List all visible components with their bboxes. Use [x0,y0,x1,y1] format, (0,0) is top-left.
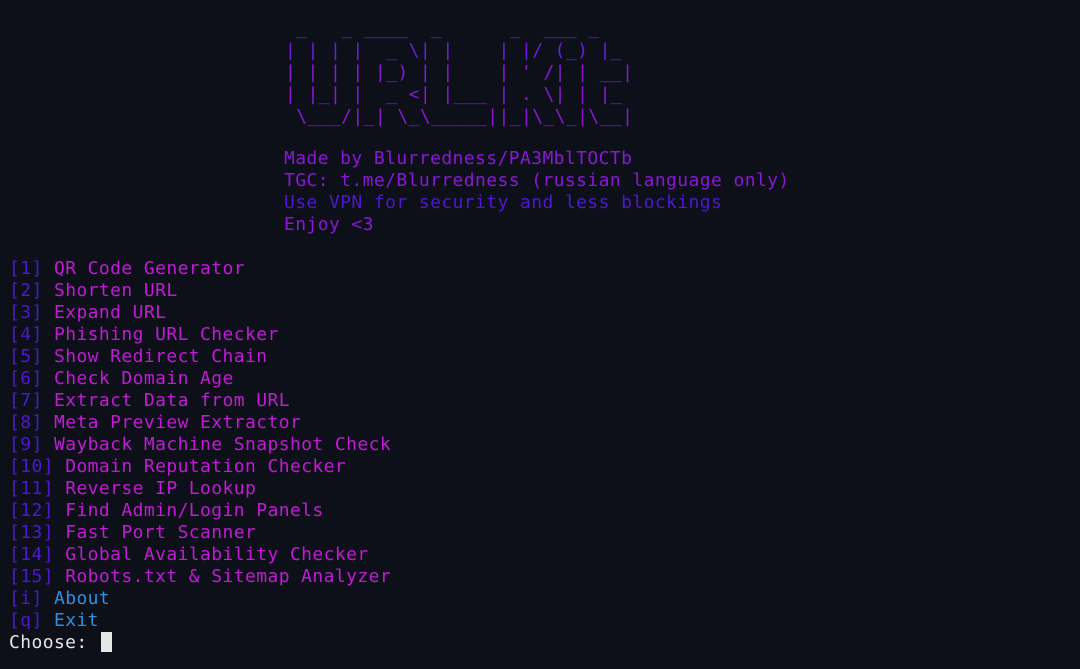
menu-key: [15] [9,566,54,587]
menu-label: About [53,588,111,609]
menu-label: Find Admin/Login Panels [65,500,324,521]
menu-item-qr-code-generator[interactable]: [1] QR Code Generator [9,258,245,280]
menu-label: Global Availability Checker [65,544,369,565]
made-by-text: Made by Blurredness/PA3MblTOCTb [284,148,633,169]
menu-key: [10] [9,456,54,477]
banner-line-5: \___/|_| \_\_____||_|\_\_|\__| [285,106,634,127]
menu-item-robots-sitemap-analyzer[interactable]: [15] Robots.txt & Sitemap Analyzer [9,566,391,588]
menu-item-find-admin-login-panels[interactable]: [12] Find Admin/Login Panels [9,500,324,522]
banner-line-2: | | | | _ \| | | |/ (_) |_ [285,40,634,61]
menu-key: [8] [9,412,43,433]
menu-key: [13] [9,522,54,543]
menu-item-domain-reputation-checker[interactable]: [10] Domain Reputation Checker [9,456,346,478]
text-cursor[interactable] [100,632,112,652]
enjoy-text: Enjoy <3 [284,214,374,235]
menu-item-reverse-ip-lookup[interactable]: [11] Reverse IP Lookup [9,478,256,500]
menu-key: [i] [9,588,43,609]
menu-key: [4] [9,324,43,345]
menu-item-global-availability-checker[interactable]: [14] Global Availability Checker [9,544,369,566]
menu-item-show-redirect-chain[interactable]: [5] Show Redirect Chain [9,346,267,368]
menu-label: Exit [53,610,99,631]
menu-key: [11] [9,478,54,499]
menu-item-about[interactable]: [i] About [9,588,110,610]
menu-key: [1] [9,258,43,279]
menu-label: Expand URL [53,302,167,323]
menu-label: Reverse IP Lookup [65,478,257,499]
menu-label: Fast Port Scanner [65,522,257,543]
menu-item-phishing-url-checker[interactable]: [4] Phishing URL Checker [9,324,279,346]
menu-key: [14] [9,544,54,565]
banner-line-4: | |_| | _ <| |___ | . \| | |_ [285,84,634,105]
menu-label: Check Domain Age [53,368,234,389]
menu-label: Domain Reputation Checker [65,456,347,477]
prompt-label: Choose: [9,632,99,653]
menu-key: [7] [9,390,43,411]
menu-label: Extract Data from URL [53,390,290,411]
menu-key: [q] [9,610,43,631]
menu-item-expand-url[interactable]: [3] Expand URL [9,302,166,324]
menu-item-meta-preview-extractor[interactable]: [8] Meta Preview Extractor [9,412,301,434]
vpn-text: Use VPN for security and less blockings [284,192,723,213]
menu-key: [6] [9,368,43,389]
choose-prompt[interactable]: Choose: [9,632,112,654]
menu-item-check-domain-age[interactable]: [6] Check Domain Age [9,368,234,390]
banner-line-3: | | | | |_) | | | ' /| | __| [285,62,634,83]
menu-item-extract-data-from-url[interactable]: [7] Extract Data from URL [9,390,290,412]
menu-item-exit[interactable]: [q] Exit [9,610,99,632]
menu-label: Show Redirect Chain [53,346,268,367]
menu-key: [5] [9,346,43,367]
menu-label: Wayback Machine Snapshot Check [53,434,392,455]
tgc-text: TGC: t.me/Blurredness (russian language … [284,170,790,191]
menu-label: QR Code Generator [53,258,245,279]
menu-label: Robots.txt & Sitemap Analyzer [65,566,392,587]
menu-label: Phishing URL Checker [53,324,279,345]
menu-item-wayback-machine-snapshot-check[interactable]: [9] Wayback Machine Snapshot Check [9,434,391,456]
menu-key: [2] [9,280,43,301]
menu-item-shorten-url[interactable]: [2] Shorten URL [9,280,178,302]
menu-key: [9] [9,434,43,455]
menu-key: [3] [9,302,43,323]
banner-line-1: _ _ ____ _ _ ___ _ [285,18,634,39]
menu-label: Meta Preview Extractor [53,412,302,433]
menu-label: Shorten URL [53,280,178,301]
terminal-window[interactable]: _ _ ____ _ _ ___ _ | | | | _ \| | | |/ (… [0,0,1080,669]
menu-key: [12] [9,500,54,521]
menu-item-fast-port-scanner[interactable]: [13] Fast Port Scanner [9,522,256,544]
